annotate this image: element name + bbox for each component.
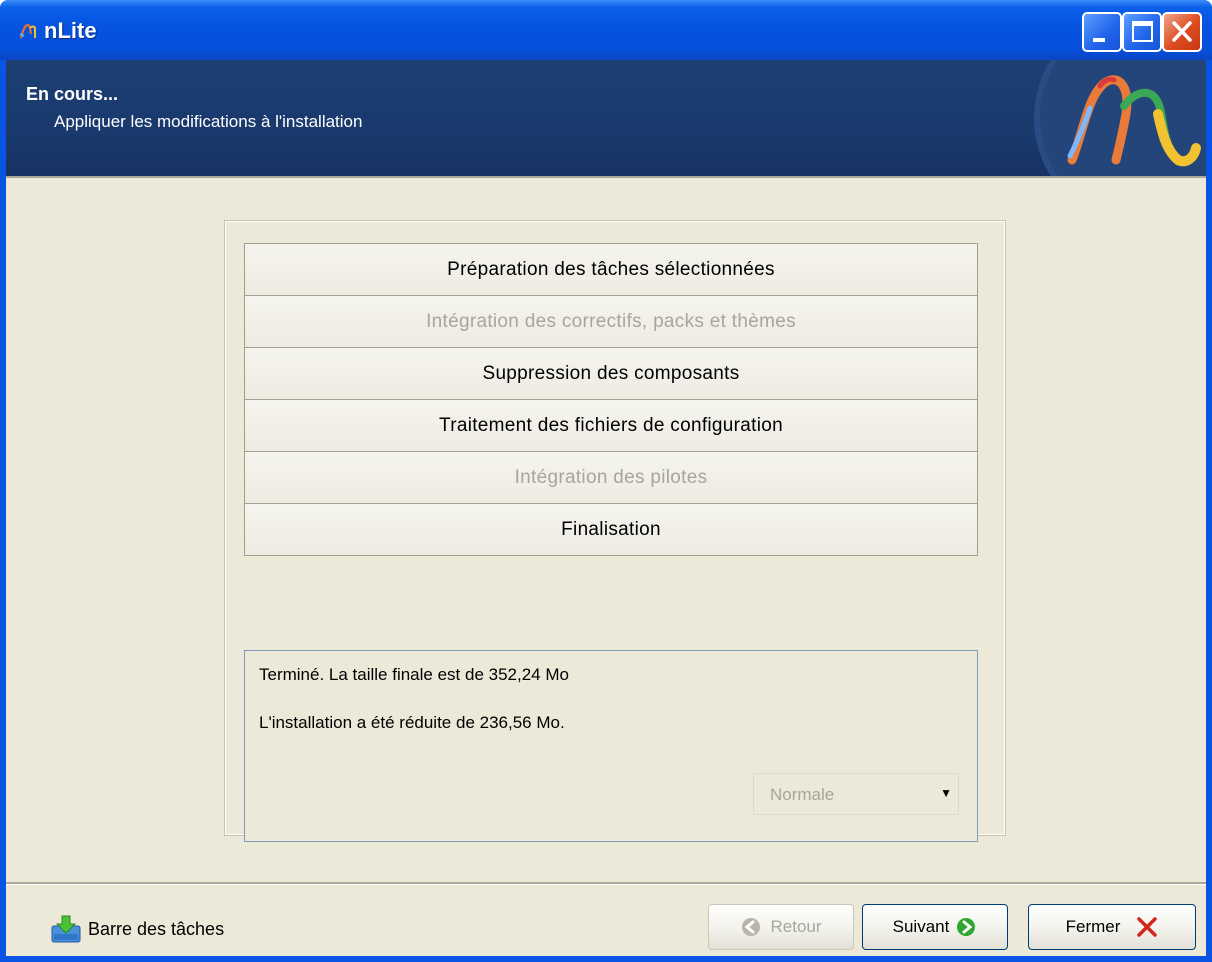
minimize-icon bbox=[1093, 38, 1105, 42]
step-component-removal: Suppression des composants bbox=[244, 348, 978, 400]
page-title: En cours... bbox=[26, 84, 119, 104]
result-log: Terminé. La taille finale est de 352,24 … bbox=[244, 650, 978, 842]
step-hotfix-integration: Intégration des correctifs, packs et thè… bbox=[244, 296, 978, 348]
step-driver-integration: Intégration des pilotes bbox=[244, 452, 978, 504]
nlite-logo-icon bbox=[1034, 60, 1206, 176]
page-subtitle: Appliquer les modifications à l'installa… bbox=[54, 112, 363, 131]
close-window-button[interactable] bbox=[1162, 12, 1202, 52]
taskbar-button[interactable]: Barre des tâches bbox=[50, 914, 224, 944]
close-button[interactable]: Fermer bbox=[1028, 904, 1196, 950]
wizard-header: En cours... Appliquer les modifications … bbox=[6, 60, 1206, 176]
chevron-down-icon: ▼ bbox=[940, 786, 952, 800]
next-arrow-icon bbox=[957, 918, 976, 936]
app-icon bbox=[19, 23, 36, 39]
priority-dropdown[interactable]: Normale ▼ bbox=[753, 773, 959, 815]
back-arrow-icon bbox=[742, 918, 761, 936]
step-config-processing: Traitement des fichiers de configuration bbox=[244, 400, 978, 452]
window-title: nLite bbox=[44, 18, 97, 43]
minimize-button[interactable] bbox=[1082, 12, 1122, 52]
close-icon bbox=[1172, 21, 1192, 42]
client-area: En cours... Appliquer les modifications … bbox=[6, 60, 1206, 956]
log-line-final-size: Terminé. La taille finale est de 352,24 … bbox=[259, 665, 569, 684]
maximize-icon bbox=[1132, 21, 1153, 42]
next-label: Suivant bbox=[892, 917, 950, 936]
maximize-button[interactable] bbox=[1122, 12, 1162, 52]
next-button[interactable]: Suivant bbox=[862, 904, 1008, 950]
back-button[interactable]: Retour bbox=[708, 904, 854, 950]
taskbar-label: Barre des tâches bbox=[88, 918, 225, 939]
main-window: nLite En cours... Appliquer les modifica… bbox=[0, 0, 1212, 962]
log-line-reduction: L'installation a été réduite de 236,56 M… bbox=[259, 713, 565, 732]
close-label: Fermer bbox=[1065, 917, 1121, 936]
priority-value: Normale bbox=[770, 785, 835, 804]
header-divider bbox=[6, 176, 1206, 178]
step-preparation: Préparation des tâches sélectionnées bbox=[244, 243, 978, 296]
step-list: Préparation des tâches sélectionnées Int… bbox=[244, 243, 978, 556]
title-bar[interactable]: nLite bbox=[0, 0, 1212, 60]
footer-divider bbox=[6, 882, 1206, 885]
close-x-icon bbox=[1137, 917, 1158, 937]
step-finalisation: Finalisation bbox=[244, 504, 978, 556]
back-label: Retour bbox=[770, 917, 822, 936]
taskbar-download-icon bbox=[51, 915, 81, 943]
